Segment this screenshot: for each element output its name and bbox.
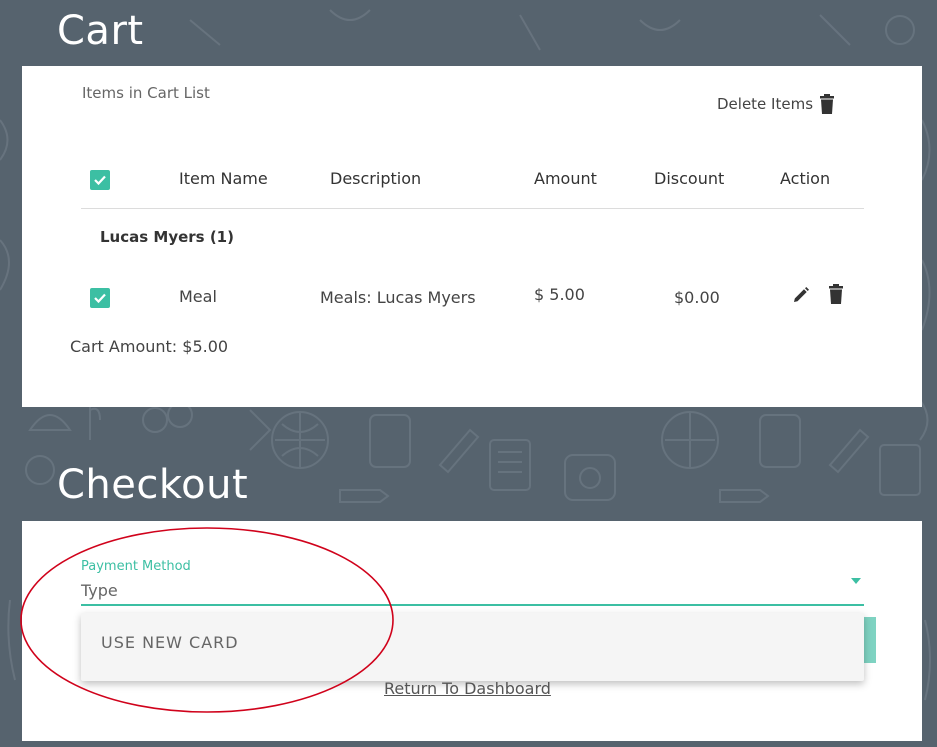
delete-item-button[interactable] [828,284,844,308]
cart-title: Cart [57,8,144,54]
payment-method-label: Payment Method [81,559,191,574]
payment-method-dropdown: USE NEW CARD [81,613,864,681]
row-description: Meals: Lucas Myers [320,288,476,307]
cart-group-name: Lucas Myers (1) [100,228,234,246]
chevron-down-icon[interactable] [851,578,861,584]
submit-button-edge[interactable] [862,617,876,663]
row-discount: $0.00 [674,288,720,307]
column-header-discount: Discount [654,169,725,188]
items-list-caption: Items in Cart List [82,84,210,102]
return-to-dashboard-link[interactable]: Return To Dashboard [384,679,551,698]
dropdown-option-use-new-card[interactable]: USE NEW CARD [101,633,239,652]
checkout-card: Payment Method Type USE NEW CARD Return … [22,521,922,741]
pencil-icon [794,287,809,302]
trash-icon [829,284,843,304]
delete-items-button[interactable]: Delete Items [717,94,835,114]
check-icon [94,293,106,304]
row-amount: $ 5.00 [534,285,585,304]
column-header-description: Description [330,169,422,188]
column-header-amount: Amount [534,169,597,188]
payment-method-underline [81,604,864,606]
cart-amount: Cart Amount: $5.00 [70,337,229,356]
check-icon [94,175,106,186]
payment-method-select[interactable]: Type [81,581,118,600]
column-header-item-name: Item Name [179,169,268,188]
select-all-checkbox[interactable] [90,170,110,190]
row-checkbox[interactable] [90,288,110,308]
edit-item-button[interactable] [792,286,810,308]
delete-items-label: Delete Items [717,95,814,113]
column-header-action: Action [780,169,831,188]
row-item-name: Meal [179,287,217,306]
trash-icon [820,94,835,114]
header-divider [81,208,864,209]
checkout-title: Checkout [57,462,249,508]
cart-card: Items in Cart List Delete Items Item Nam… [22,66,922,407]
